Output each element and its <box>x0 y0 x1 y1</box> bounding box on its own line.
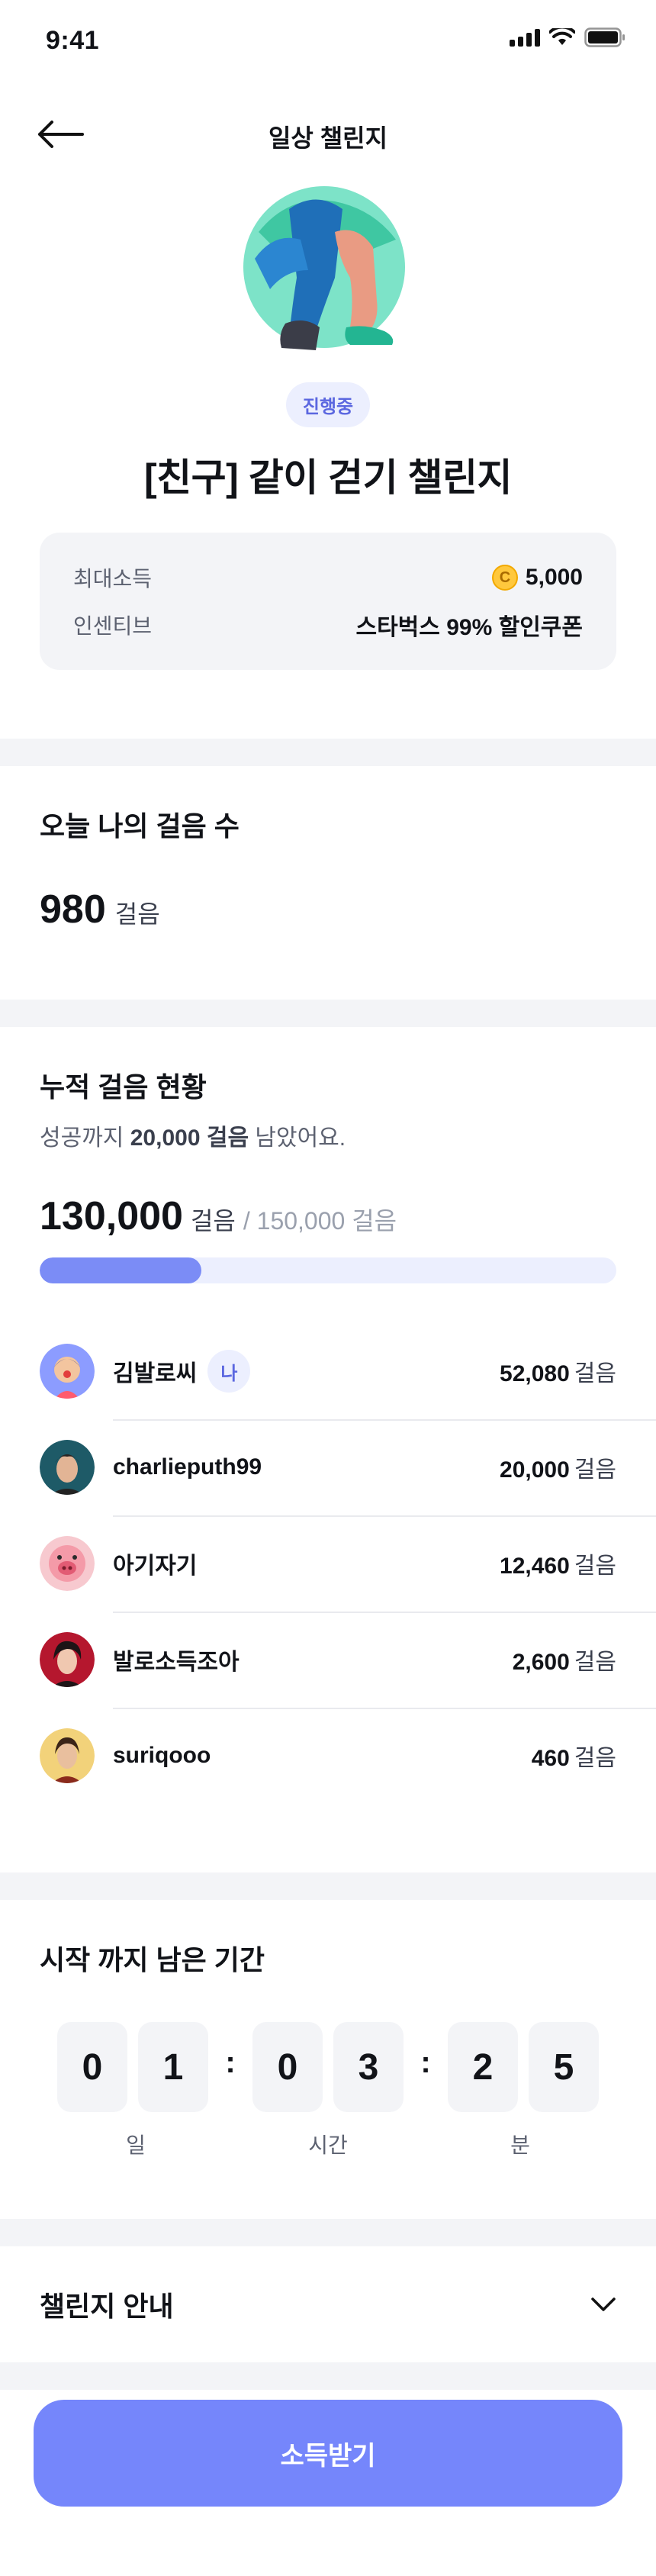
incentive-value: 스타벅스 99% 할인쿠폰 <box>355 615 583 640</box>
section-divider <box>0 1872 656 1900</box>
today-steps-count: 980 <box>40 887 106 932</box>
avatar <box>40 1536 95 1591</box>
section-divider <box>0 739 656 766</box>
member-steps: 460 <box>531 1746 570 1771</box>
hours-digit: 0 <box>252 2022 323 2112</box>
challenge-guide-toggle[interactable]: 챌린지 안내 <box>0 2246 656 2362</box>
member-row[interactable]: charlieputh99 20,000 걸음 <box>40 1419 656 1515</box>
section-divider <box>0 2219 656 2246</box>
member-steps: 2,600 <box>512 1650 570 1675</box>
claim-income-button[interactable]: 소득받기 <box>34 2400 622 2507</box>
steps-progress-fill <box>40 1257 201 1283</box>
section-divider <box>0 2362 656 2390</box>
cumulative-count: 130,000 <box>40 1194 183 1238</box>
cumulative-target: / 150,000 걸음 <box>243 1207 397 1235</box>
cumulative-title: 누적 걸음 현황 <box>40 1071 207 1103</box>
reward-info-card: 최대소득 C 5,000 인센티브 스타벅스 99% 할인쿠폰 <box>40 533 616 670</box>
countdown-title: 시작 까지 남은 기간 <box>40 1944 265 1975</box>
navigation-bar: 일상 챌린지 <box>0 79 656 186</box>
section-divider <box>0 1000 656 1027</box>
steps-progress-bar <box>40 1257 616 1283</box>
member-row[interactable]: suriqooo 460 걸음 <box>40 1708 656 1804</box>
member-name: 아기자기 <box>113 1554 198 1579</box>
status-badge: 진행중 <box>285 382 371 427</box>
member-list: 김발로씨 나 52,080 걸음 charlieputh99 20,000 걸음 아… <box>40 1323 656 1804</box>
status-icons <box>510 27 625 47</box>
countdown-timer: 0 1 : 0 3 : 2 5 <box>40 2022 616 2112</box>
bottom-cta: 소득받기 <box>0 2400 656 2507</box>
max-income-label: 최대소득 <box>73 567 153 591</box>
coin-icon: C <box>491 565 518 591</box>
remaining-value: 20,000 걸음 <box>130 1125 249 1151</box>
member-steps: 20,000 <box>500 1457 570 1483</box>
wifi-icon <box>549 28 575 45</box>
max-income-value: 5,000 <box>525 565 583 590</box>
avatar <box>40 1632 95 1687</box>
today-steps-title: 오늘 나의 걸음 수 <box>40 810 240 842</box>
me-badge: 나 <box>207 1350 251 1393</box>
minutes-label: 분 <box>510 2133 530 2157</box>
page-title: 일상 챌린지 <box>268 124 388 152</box>
member-steps: 52,080 <box>500 1361 570 1386</box>
hero <box>0 186 656 358</box>
battery-icon <box>584 27 625 47</box>
days-digit: 0 <box>57 2022 127 2112</box>
avatar <box>40 1344 95 1399</box>
days-digit: 1 <box>138 2022 208 2112</box>
member-name: 발로소득조아 <box>113 1650 240 1675</box>
hours-label: 시간 <box>308 2133 348 2157</box>
incentive-row: 인센티브 스타벅스 99% 할인쿠폰 <box>73 601 583 649</box>
cumulative-unit: 걸음 <box>190 1207 236 1235</box>
member-steps: 12,460 <box>500 1554 570 1579</box>
remaining-text: 성공까지 20,000 걸음 남았어요. <box>40 1125 346 1151</box>
avatar <box>40 1728 95 1783</box>
hours-digit: 3 <box>333 2022 404 2112</box>
incentive-label: 인센티브 <box>73 614 153 638</box>
colon-separator: : <box>225 2045 236 2079</box>
minutes-digit: 2 <box>448 2022 518 2112</box>
challenge-title: [친구] 같이 걷기 챌린지 <box>144 456 512 499</box>
chevron-down-icon <box>591 2297 616 2311</box>
days-label: 일 <box>126 2133 146 2157</box>
member-row[interactable]: 김발로씨 나 52,080 걸음 <box>40 1323 616 1419</box>
member-name: 김발로씨 <box>113 1361 198 1386</box>
avatar <box>40 1440 95 1495</box>
member-row[interactable]: 발로소득조아 2,600 걸음 <box>40 1612 656 1708</box>
member-row[interactable]: 아기자기 12,460 걸음 <box>40 1515 656 1612</box>
status-time: 9:41 <box>46 26 100 55</box>
colon-separator: : <box>420 2045 431 2079</box>
signal-icon <box>510 28 540 47</box>
max-income-row: 최대소득 C 5,000 <box>73 554 583 601</box>
walking-illustration <box>243 186 405 350</box>
status-bar: 9:41 <box>0 0 656 79</box>
member-name: suriqooo <box>113 1743 211 1768</box>
cumulative-section: 누적 걸음 현황 성공까지 20,000 걸음 남았어요. 130,000 걸음… <box>0 1027 656 1834</box>
member-name: charlieputh99 <box>113 1454 262 1480</box>
countdown-section: 시작 까지 남은 기간 0 1 : 0 3 : 2 5 일 시간 분 <box>0 1900 656 2219</box>
minutes-digit: 5 <box>529 2022 599 2112</box>
challenge-guide-title: 챌린지 안내 <box>40 2291 174 2322</box>
today-steps-unit: 걸음 <box>114 900 160 928</box>
today-steps-section: 오늘 나의 걸음 수 980 걸음 <box>0 766 656 1000</box>
